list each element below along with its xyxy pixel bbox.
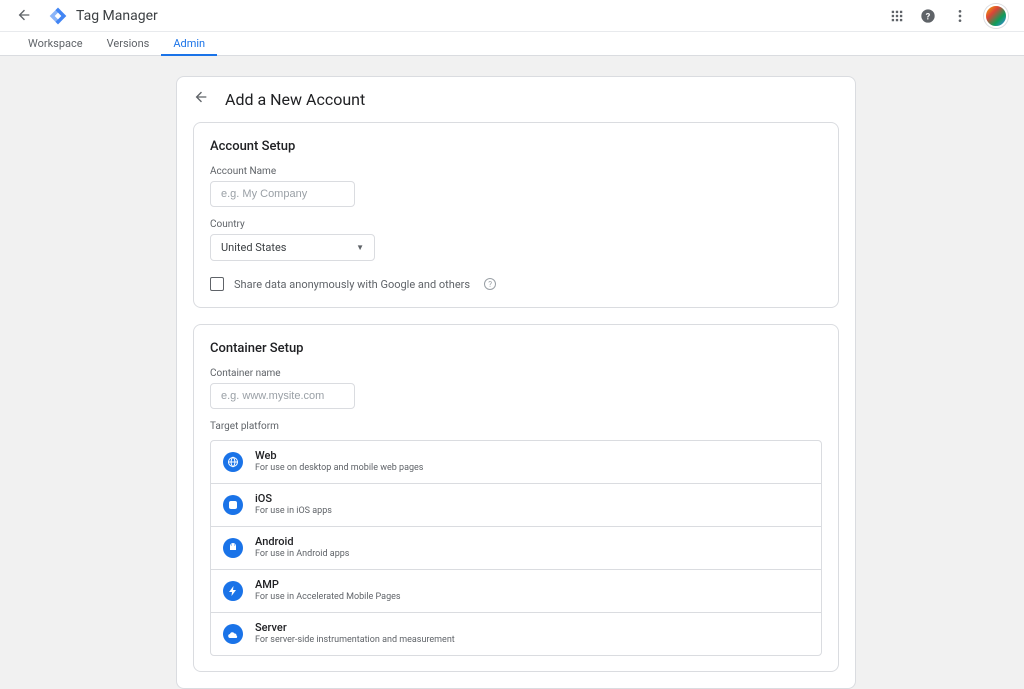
account-name-label: Account Name (210, 166, 822, 177)
help-icon[interactable]: ? (920, 8, 936, 24)
server-icon (223, 624, 243, 644)
app-name: Tag Manager (76, 8, 158, 24)
platform-ios[interactable]: iOS For use in iOS apps (210, 483, 822, 527)
amp-icon (223, 581, 243, 601)
container-name-label: Container name (210, 368, 822, 379)
country-select[interactable]: United States ▼ (210, 234, 375, 261)
svg-text:?: ? (926, 11, 931, 22)
container-setup-title: Container Setup (210, 341, 822, 356)
panel-back-icon[interactable] (193, 89, 209, 110)
account-name-input[interactable] (210, 181, 355, 207)
account-setup-title: Account Setup (210, 139, 822, 154)
header-actions: ? (890, 4, 1008, 28)
platform-desc: For use in Android apps (255, 549, 349, 561)
nav-tabs: Workspace Versions Admin (0, 32, 1024, 56)
container-setup-card: Container Setup Container name Target pl… (193, 324, 839, 672)
platform-desc: For use in iOS apps (255, 506, 332, 518)
apps-icon[interactable] (890, 9, 904, 23)
container-name-input[interactable] (210, 383, 355, 409)
tab-versions[interactable]: Versions (95, 32, 162, 56)
platform-web[interactable]: Web For use on desktop and mobile web pa… (210, 440, 822, 484)
platform-desc: For use on desktop and mobile web pages (255, 463, 423, 475)
logo[interactable]: Tag Manager (48, 6, 158, 26)
android-icon (223, 538, 243, 558)
chevron-down-icon: ▼ (356, 243, 364, 252)
panel-header: Add a New Account (177, 77, 855, 122)
app-header: Tag Manager ? (0, 0, 1024, 32)
platform-list: Web For use on desktop and mobile web pa… (210, 440, 822, 655)
avatar[interactable] (984, 4, 1008, 28)
platform-name: AMP (255, 578, 401, 592)
platform-name: Server (255, 621, 455, 635)
ios-icon (223, 495, 243, 515)
platform-name: Android (255, 535, 349, 549)
share-data-checkbox[interactable] (210, 277, 224, 291)
platform-server[interactable]: Server For server-side instrumentation a… (210, 612, 822, 656)
country-value: United States (221, 241, 286, 254)
target-platform-label: Target platform (210, 421, 822, 432)
platform-amp[interactable]: AMP For use in Accelerated Mobile Pages (210, 569, 822, 613)
share-data-row: Share data anonymously with Google and o… (210, 277, 822, 291)
tab-workspace[interactable]: Workspace (16, 32, 95, 56)
more-icon[interactable] (952, 8, 968, 24)
share-data-label: Share data anonymously with Google and o… (234, 278, 470, 291)
country-label: Country (210, 219, 822, 230)
main-panel: Add a New Account Account Setup Account … (176, 76, 856, 689)
web-icon (223, 452, 243, 472)
back-arrow-icon[interactable] (16, 0, 40, 32)
platform-desc: For use in Accelerated Mobile Pages (255, 592, 401, 604)
tab-admin[interactable]: Admin (161, 32, 217, 56)
platform-desc: For server-side instrumentation and meas… (255, 635, 455, 647)
platform-name: Web (255, 449, 423, 463)
platform-android[interactable]: Android For use in Android apps (210, 526, 822, 570)
platform-name: iOS (255, 492, 332, 506)
tag-manager-icon (48, 6, 68, 26)
page-title: Add a New Account (225, 90, 365, 109)
account-setup-card: Account Setup Account Name Country Unite… (193, 122, 839, 308)
share-data-help-icon[interactable]: ? (484, 278, 496, 290)
